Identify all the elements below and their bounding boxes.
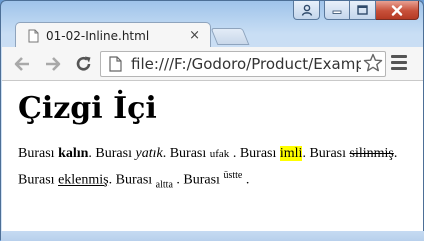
- text: . Burası: [162, 146, 210, 161]
- page-icon: [28, 29, 39, 42]
- close-button[interactable]: [376, 1, 419, 20]
- maximize-button[interactable]: [350, 1, 376, 20]
- inserted-text: eklenmiş: [58, 172, 109, 188]
- text: . Burası: [302, 146, 350, 161]
- page-heading: Çizgi İçi: [18, 91, 157, 126]
- inline-paragraph: Burası kalın. Burası yatık. Burası ufak …: [18, 143, 413, 195]
- bookmark-star-button[interactable]: [361, 53, 383, 76]
- forward-arrow-icon: [46, 57, 61, 71]
- minimize-icon: [332, 10, 342, 14]
- user-button[interactable]: [293, 1, 320, 20]
- tab-title: 01-02-Inline.html: [46, 28, 150, 43]
- address-bar[interactable]: file:///F:/Godoro/Product/Exampl: [100, 51, 386, 77]
- bold-text: kalın: [58, 146, 89, 161]
- tab-active[interactable]: 01-02-Inline.html ×: [15, 22, 211, 48]
- toolbar: file:///F:/Godoro/Product/Exampl: [2, 47, 423, 81]
- superscript-text: üstte: [223, 170, 243, 181]
- url-text: file:///F:/Godoro/Product/Exampl: [131, 55, 370, 73]
- new-tab-button[interactable]: [210, 28, 250, 45]
- user-icon: [301, 4, 312, 16]
- close-icon: [391, 4, 403, 16]
- small-text: ufak: [209, 148, 230, 160]
- reload-icon: [76, 56, 91, 71]
- italic-text: yatık: [135, 146, 163, 161]
- browser-window: 01-02-Inline.html × file:///F:/Godoro/Pr…: [0, 0, 424, 241]
- reload-button[interactable]: [74, 54, 94, 74]
- tab-close-icon[interactable]: ×: [189, 29, 200, 42]
- subscript-text: altta: [155, 179, 173, 191]
- minimize-button[interactable]: [324, 1, 350, 20]
- back-button[interactable]: [12, 54, 32, 74]
- text: . Burası: [172, 172, 224, 188]
- text: Burası: [18, 146, 59, 161]
- deleted-text: silinmiş: [349, 146, 394, 161]
- text: . Burası: [88, 146, 136, 161]
- window-caption-buttons: [293, 1, 419, 21]
- maximize-icon: [357, 5, 368, 15]
- back-arrow-icon: [14, 57, 29, 71]
- text: .: [242, 172, 250, 188]
- forward-button[interactable]: [43, 54, 63, 74]
- marked-text: imli: [279, 146, 303, 161]
- star-icon: [363, 53, 383, 72]
- page-icon: [109, 56, 122, 72]
- text: . Burası: [108, 172, 156, 188]
- menu-icon[interactable]: [391, 55, 407, 73]
- text: . Burası: [229, 146, 280, 161]
- page-content: Çizgi İçi Burası kalın. Burası yatık. Bu…: [2, 81, 423, 231]
